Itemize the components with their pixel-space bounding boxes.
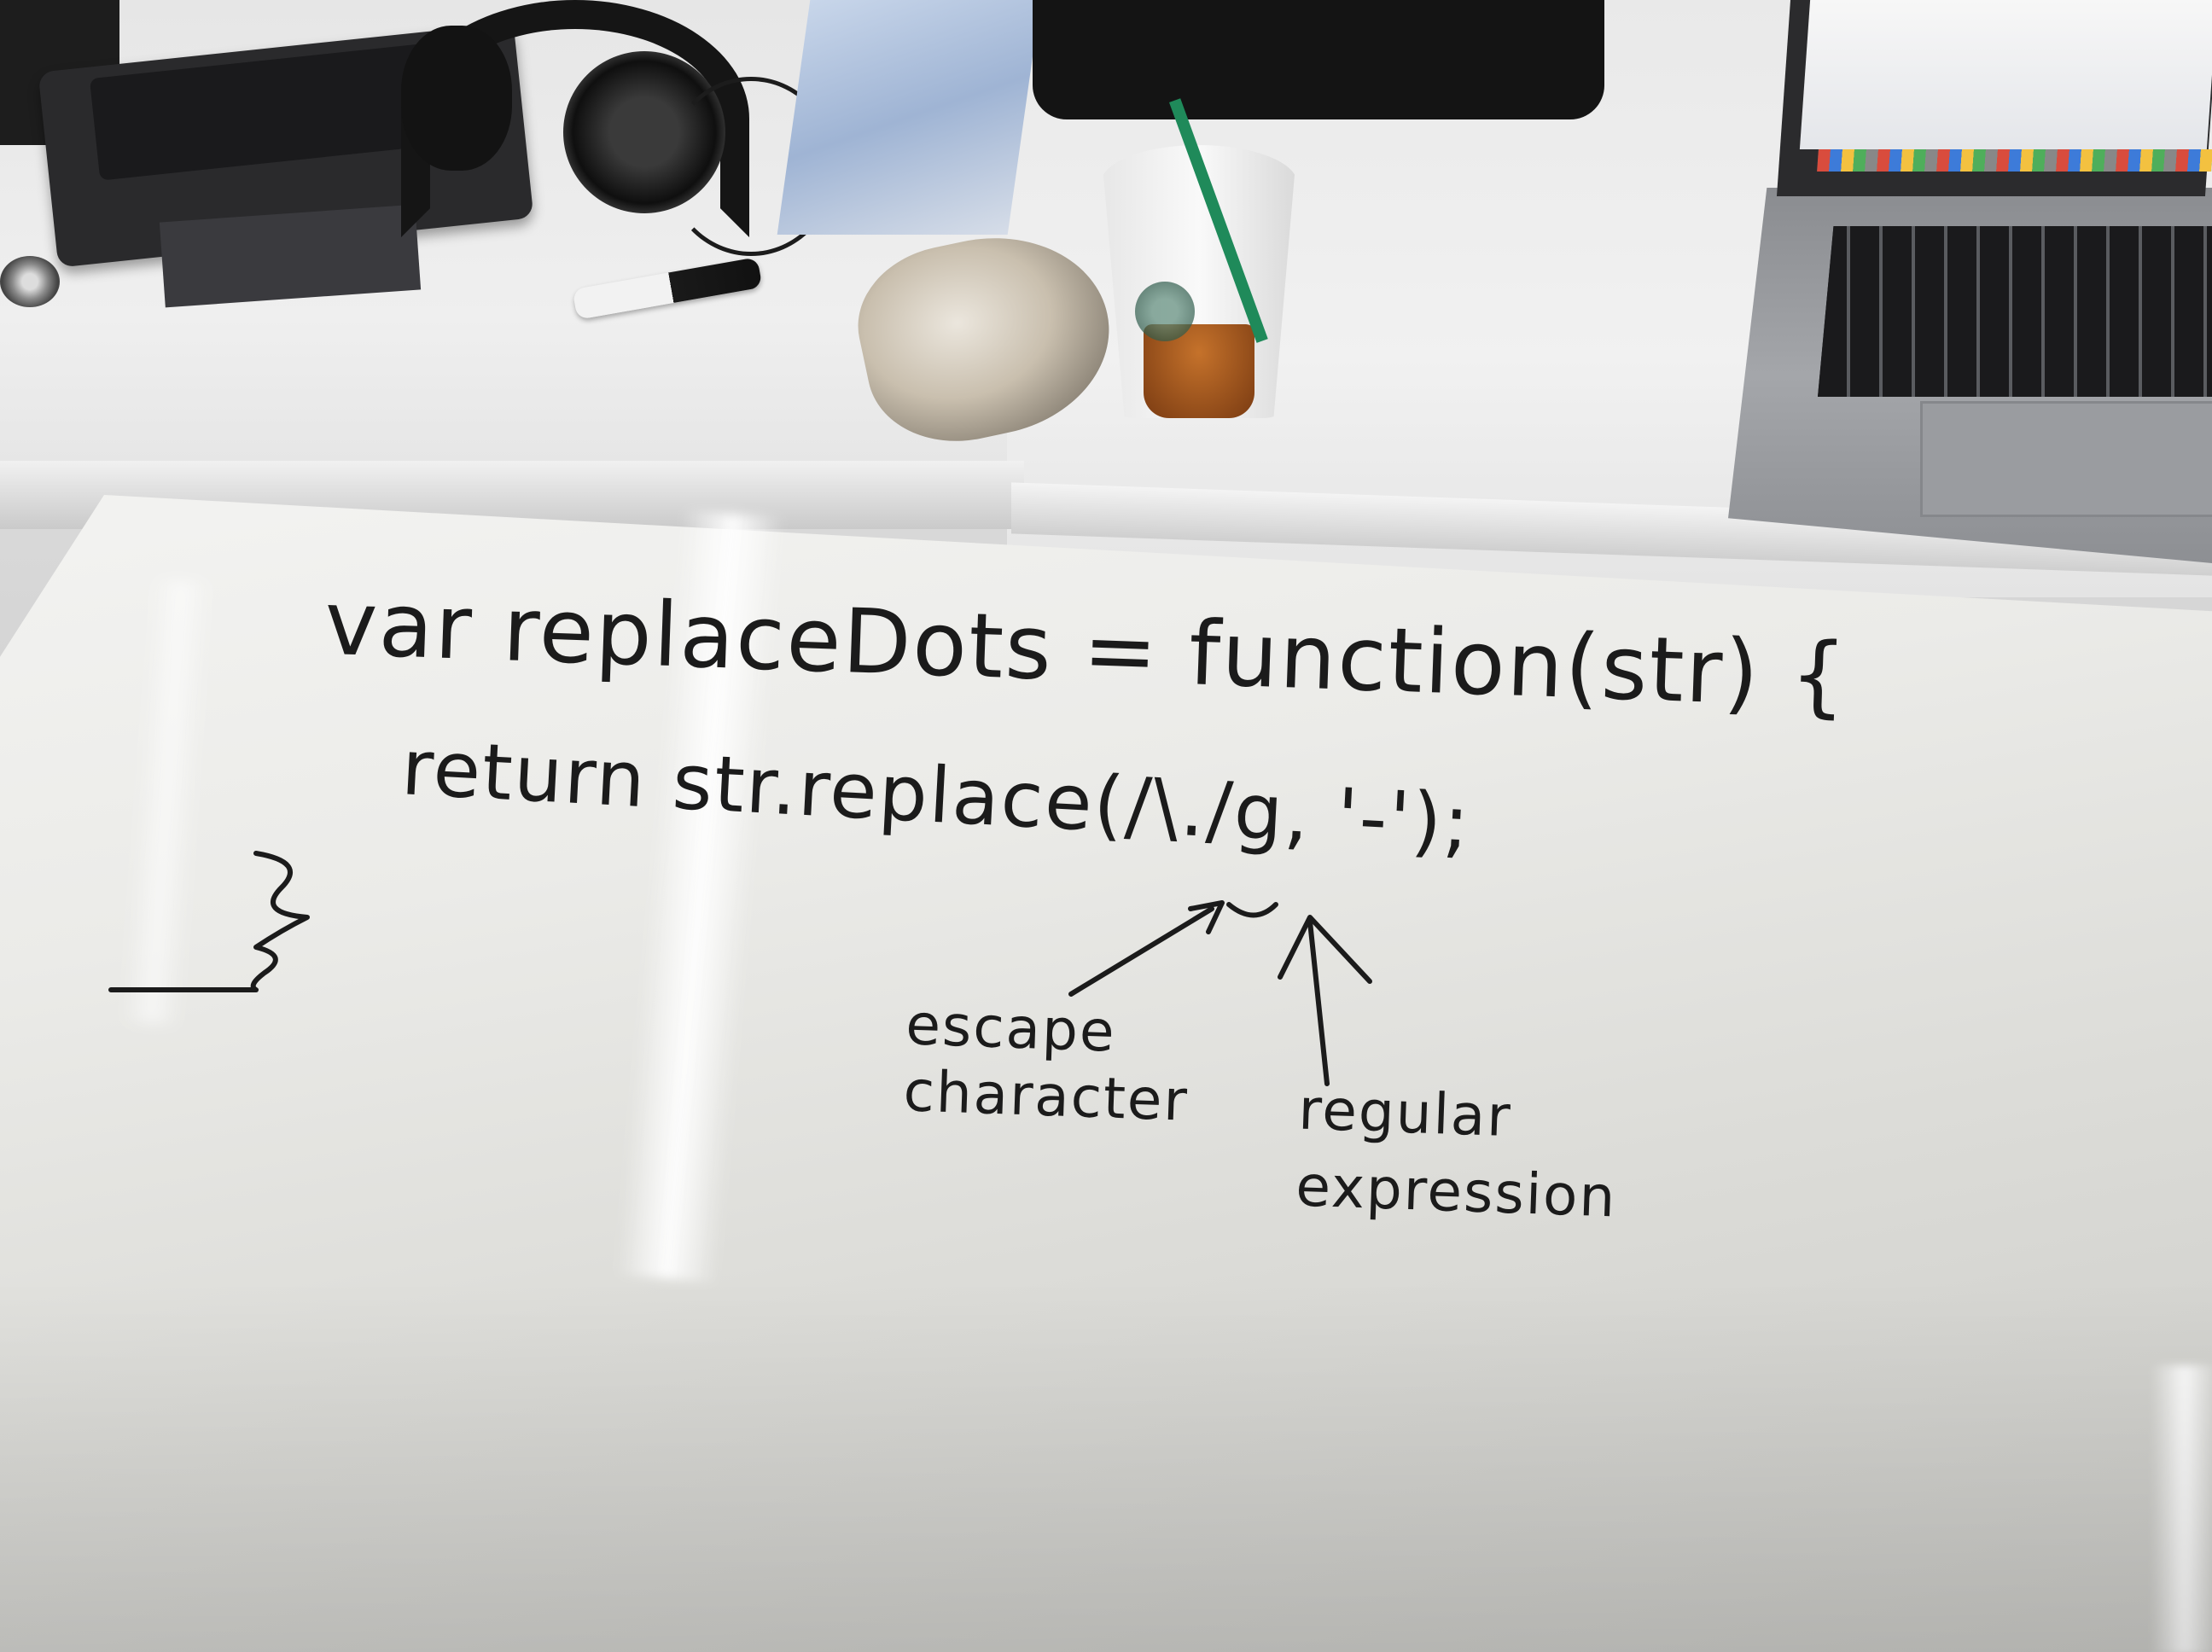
keychain bbox=[0, 256, 60, 307]
escape-label-line-2: character bbox=[902, 1058, 1190, 1134]
laptop-trackpad bbox=[1920, 401, 2212, 517]
escape-label-line-1: escape bbox=[905, 992, 1117, 1065]
regex-label-line-2: expression bbox=[1295, 1153, 1618, 1230]
black-bag bbox=[1033, 0, 1604, 119]
cup-logo bbox=[1135, 282, 1195, 341]
laptop-dock bbox=[1817, 149, 2212, 172]
board-shadow bbox=[0, 1280, 2212, 1652]
headphone-earcup-left bbox=[401, 26, 512, 171]
photo-scene: var replaceDots = function(str) { return… bbox=[0, 0, 2212, 1652]
escape-character-label: escape character bbox=[902, 992, 1191, 1135]
laptop-display bbox=[1799, 0, 2212, 149]
notebook bbox=[159, 204, 422, 308]
laptop-keyboard bbox=[1818, 226, 2212, 397]
tissue-box bbox=[777, 0, 1041, 235]
regex-label-line-1: regular bbox=[1297, 1076, 1513, 1150]
regular-expression-label: regular expression bbox=[1295, 1071, 1621, 1236]
